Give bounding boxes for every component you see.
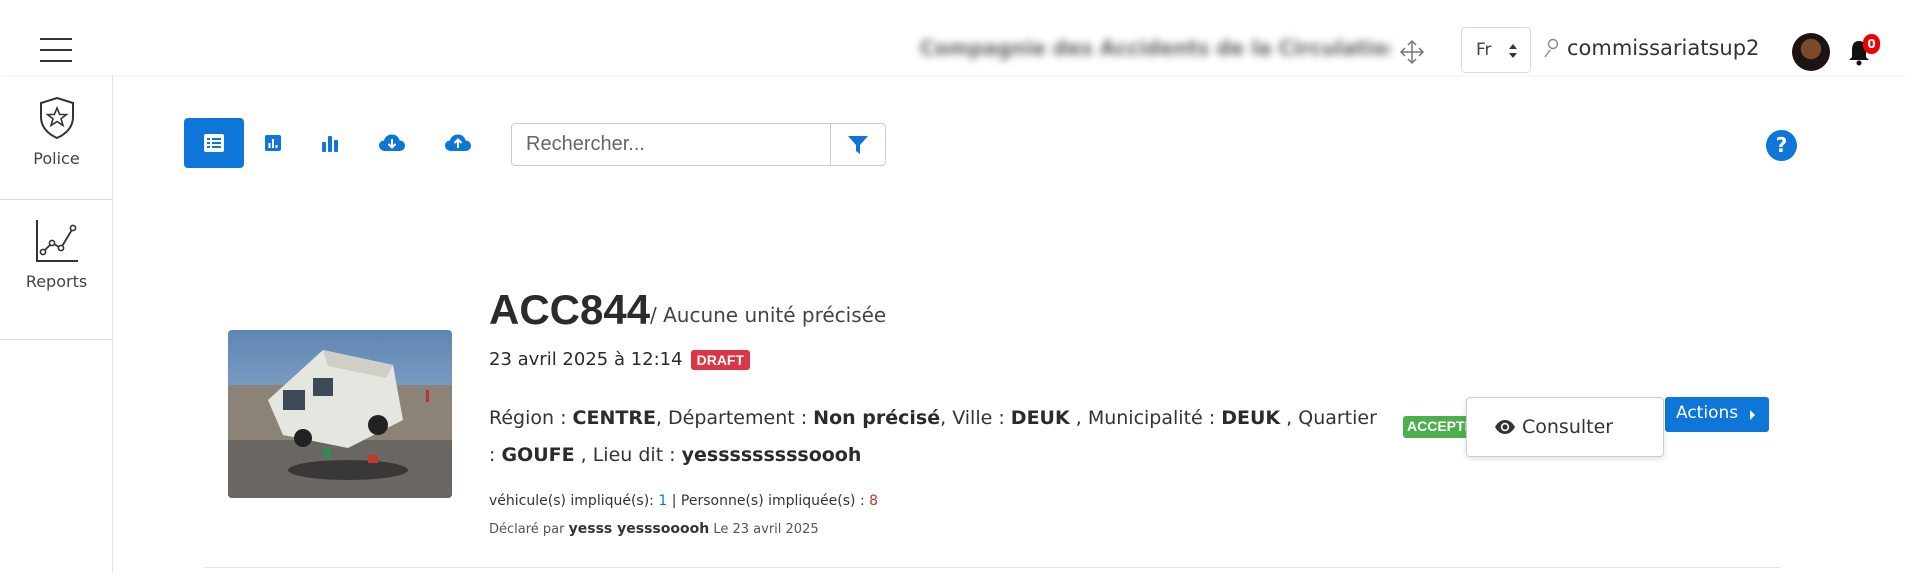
search-input[interactable] <box>511 123 831 166</box>
municipalite-value: DEUK <box>1221 407 1281 429</box>
accident-datetime: 23 avril 2025 à 12:14 <box>489 349 683 370</box>
language-value: Fr <box>1476 40 1492 60</box>
sidebar-item-police[interactable]: Police <box>0 75 113 200</box>
cloud-download-icon <box>379 134 405 151</box>
sidebar: Police Reports <box>0 75 113 573</box>
accident-code[interactable]: ACC844 <box>489 286 650 334</box>
actions-button-label: Actions <box>1676 403 1739 423</box>
municipalite-label: , Municipalité : <box>1075 407 1216 429</box>
lieu-label: , Lieu dit : <box>580 444 676 466</box>
company-name: Compagnie des Accidents de la Circulatio… <box>920 36 1390 60</box>
accident-photo[interactable] <box>228 330 452 498</box>
filter-icon <box>848 135 868 154</box>
lieu-value: yesssssssssoooh <box>681 444 862 466</box>
upload-button[interactable] <box>428 118 488 168</box>
status-badge: DRAFT <box>690 349 751 370</box>
ville-label: , Ville : <box>940 407 1005 429</box>
region-label: Région : <box>489 407 567 429</box>
page: Compagnie des Accidents de la Circulatio… <box>0 0 1905 573</box>
hamburger-menu-icon[interactable] <box>40 38 72 62</box>
eye-icon <box>1495 420 1515 434</box>
language-select[interactable]: Fr <box>1461 27 1531 73</box>
bar-chart-small-icon <box>265 135 281 151</box>
sidebar-item-label: Reports <box>25 272 88 291</box>
vehicules-count: 1 <box>658 493 668 509</box>
region-value: CENTRE <box>572 407 656 429</box>
card-divider <box>205 567 1780 568</box>
username: commissariatsup2 <box>1567 36 1760 60</box>
notification-badge: 0 <box>1863 34 1880 54</box>
declared-by-name: yesss yesssooooh <box>568 521 710 537</box>
involvement-counts: véhicule(s) impliqué(s): 1 | Personne(s)… <box>489 493 878 509</box>
quartier-value: GOUFE <box>501 444 575 466</box>
vehicules-label: véhicule(s) impliqué(s): <box>489 493 654 509</box>
accept-badge: ACCEPTÉ <box>1403 416 1468 438</box>
move-arrows-icon[interactable] <box>1398 38 1426 66</box>
user-menu[interactable]: commissariatsup2 <box>1543 36 1759 60</box>
stats-button[interactable] <box>243 118 303 168</box>
sidebar-item-reports[interactable]: Reports <box>0 200 113 340</box>
cloud-upload-icon <box>445 134 471 151</box>
accident-unit: / Aucune unité précisée <box>650 303 887 327</box>
declared-on: Le 23 avril 2025 <box>713 522 819 537</box>
departement-value: Non précisé <box>813 407 941 429</box>
caret-right-icon <box>1750 410 1756 420</box>
accident-date-line: 23 avril 2025 à 12:14 DRAFT <box>489 349 751 370</box>
ville-value: DEUK <box>1010 407 1070 429</box>
personnes-label: Personne(s) impliquée(s) : <box>680 493 865 509</box>
list-icon <box>204 134 224 152</box>
declared-info: Déclaré par yesss yesssooooh Le 23 avril… <box>489 521 819 537</box>
accident-location: Région : CENTRE, Département : Non préci… <box>489 400 1379 474</box>
departement-label: , Département : <box>655 407 808 429</box>
menu-item-consulter[interactable]: Consulter <box>1494 416 1613 438</box>
user-icon <box>1544 38 1559 58</box>
personnes-count: 8 <box>869 493 879 509</box>
top-bar: Compagnie des Accidents de la Circulatio… <box>0 0 1905 75</box>
declared-by-label: Déclaré par <box>489 522 565 537</box>
download-button[interactable] <box>362 118 422 168</box>
actions-button[interactable]: Actions <box>1665 397 1769 432</box>
list-view-button[interactable] <box>184 118 244 168</box>
chart-button[interactable] <box>300 118 360 168</box>
shield-star-icon <box>39 96 74 140</box>
sidebar-item-label: Police <box>33 149 80 168</box>
line-chart-icon <box>35 220 78 262</box>
help-button[interactable]: ? <box>1766 130 1797 161</box>
counts-separator: | <box>671 493 677 509</box>
bar-chart-icon <box>322 136 338 152</box>
filter-button[interactable] <box>830 123 886 166</box>
select-caret-icon <box>1509 44 1517 58</box>
actions-dropdown-menu: Consulter <box>1466 397 1664 457</box>
avatar[interactable] <box>1792 33 1830 71</box>
menu-item-label: Consulter <box>1522 416 1614 438</box>
